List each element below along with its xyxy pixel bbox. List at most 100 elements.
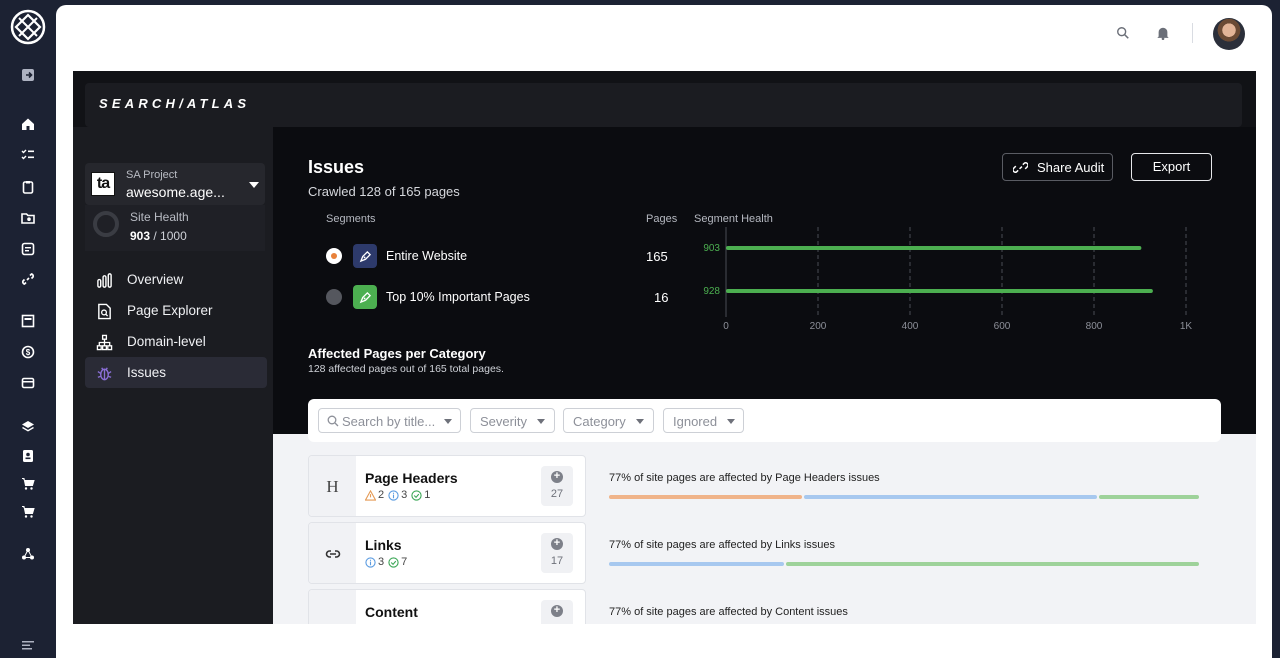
info-icon bbox=[388, 489, 399, 501]
brand-logo: SEARCH/ATLAS bbox=[99, 96, 251, 111]
search-placeholder: Search by title... bbox=[342, 414, 436, 429]
segment-radio[interactable] bbox=[326, 289, 342, 305]
link-icon bbox=[1012, 160, 1029, 178]
issue-count-button[interactable]: + bbox=[541, 600, 573, 624]
pen-tool-icon bbox=[353, 244, 377, 268]
link-icon[interactable] bbox=[18, 269, 38, 289]
check-circle-icon bbox=[388, 556, 399, 568]
expand-icon[interactable] bbox=[18, 65, 38, 85]
share-audit-button[interactable]: Share Audit bbox=[1002, 153, 1113, 181]
severity-dropdown[interactable]: Severity bbox=[470, 408, 555, 433]
project-selector[interactable]: ta SA Project awesome.age... bbox=[85, 163, 265, 205]
segment-pages: 16 bbox=[654, 290, 669, 305]
issue-count-button[interactable]: + 27 bbox=[541, 466, 573, 506]
content-area: Issues Crawled 128 of 165 pages Share Au… bbox=[273, 127, 1256, 624]
home-icon[interactable] bbox=[18, 114, 38, 134]
app-logo-icon[interactable] bbox=[10, 9, 46, 45]
x-tick-label: 1K bbox=[1180, 321, 1193, 332]
check-circle-icon bbox=[411, 489, 422, 501]
search-icon bbox=[327, 415, 339, 430]
health-value-label: 928 bbox=[703, 286, 720, 297]
health-bar bbox=[726, 246, 1142, 250]
sidebar-item-page-explorer[interactable]: Page Explorer bbox=[85, 295, 267, 326]
sidebar: ta SA Project awesome.age... Site Health… bbox=[73, 127, 273, 624]
category-card-page-headers[interactable]: H Page Headers 2 3 1 + 27 bbox=[308, 455, 586, 517]
affected-subtitle: 128 affected pages out of 165 total page… bbox=[308, 363, 504, 375]
segment-name: Top 10% Important Pages bbox=[386, 290, 530, 304]
category-dropdown[interactable]: Category bbox=[563, 408, 654, 433]
site-health-value: 903 / 1000 bbox=[130, 229, 187, 243]
project-name: awesome.age... bbox=[126, 184, 225, 200]
dollar-circle-icon[interactable]: $ bbox=[18, 342, 38, 362]
menu-collapse-icon[interactable] bbox=[18, 635, 38, 655]
sidebar-item-label: Domain-level bbox=[127, 334, 206, 349]
category-bar-segment bbox=[609, 562, 784, 566]
ignored-dropdown[interactable]: Ignored bbox=[663, 408, 744, 433]
sidebar-item-label: Overview bbox=[127, 272, 184, 287]
left-rail: $ bbox=[0, 0, 56, 658]
sitemap-icon bbox=[95, 333, 113, 351]
search-input[interactable]: Search by title... bbox=[318, 408, 461, 433]
sidebar-item-overview[interactable]: Overview bbox=[85, 264, 267, 295]
category-card-content[interactable]: Content + bbox=[308, 589, 586, 624]
sidebar-item-domain-level[interactable]: Domain-level bbox=[85, 326, 267, 357]
clipboard-icon[interactable] bbox=[18, 177, 38, 197]
category-description: 77% of site pages are affected by Page H… bbox=[609, 472, 880, 484]
filter-bar: Search by title... Severity Category Ign… bbox=[308, 399, 1221, 442]
caret-down-icon bbox=[537, 419, 545, 424]
category-name: Links bbox=[365, 537, 402, 553]
network-icon[interactable] bbox=[18, 544, 38, 564]
cart-alt-icon[interactable] bbox=[18, 502, 38, 522]
plus-icon: + bbox=[551, 471, 563, 483]
crawled-status: Crawled 128 of 165 pages bbox=[308, 184, 460, 199]
affected-title: Affected Pages per Category bbox=[308, 346, 486, 361]
x-tick-label: 800 bbox=[1086, 321, 1103, 332]
newspaper-icon[interactable] bbox=[18, 311, 38, 331]
card-icon[interactable] bbox=[18, 373, 38, 393]
message-icon[interactable] bbox=[18, 239, 38, 259]
avatar[interactable] bbox=[1213, 18, 1245, 50]
contact-icon[interactable] bbox=[18, 446, 38, 466]
topbar-divider bbox=[1192, 23, 1193, 43]
segment-pages: 165 bbox=[646, 249, 668, 264]
severity-label: Severity bbox=[480, 414, 527, 429]
category-card-links[interactable]: Links 3 7 + 17 bbox=[308, 522, 586, 584]
bell-icon[interactable] bbox=[1155, 25, 1171, 41]
cart-icon[interactable] bbox=[18, 474, 38, 494]
link-icon bbox=[309, 523, 356, 583]
severity-counts: 2 3 1 bbox=[365, 489, 430, 501]
export-button[interactable]: Export bbox=[1131, 153, 1212, 181]
caret-down-icon bbox=[727, 419, 735, 424]
x-tick-label: 200 bbox=[810, 321, 827, 332]
ok-count: 1 bbox=[411, 489, 430, 501]
app-header: SEARCH/ATLAS bbox=[85, 83, 1242, 127]
col-header-pages: Pages bbox=[646, 213, 678, 225]
folder-search-icon[interactable] bbox=[18, 208, 38, 228]
plus-icon: + bbox=[551, 605, 563, 617]
page-search-icon bbox=[95, 302, 113, 320]
category-bar-segment bbox=[609, 495, 802, 499]
project-label: SA Project bbox=[126, 169, 178, 181]
site-health: Site Health 903 / 1000 bbox=[85, 205, 265, 251]
category-label: Category bbox=[573, 414, 626, 429]
pen-tool-icon bbox=[353, 285, 377, 309]
category-description: 77% of site pages are affected by Links … bbox=[609, 539, 836, 551]
layers-icon[interactable] bbox=[18, 417, 38, 437]
page-title: Issues bbox=[308, 157, 365, 177]
sidebar-item-issues[interactable]: Issues bbox=[85, 357, 267, 388]
category-bar-segment bbox=[803, 495, 1097, 499]
search-icon[interactable] bbox=[1115, 25, 1131, 41]
bar-chart-icon bbox=[95, 271, 113, 289]
issue-count: 27 bbox=[550, 488, 564, 500]
segment-radio-selected[interactable] bbox=[326, 248, 342, 264]
issue-count-button[interactable]: + 17 bbox=[541, 533, 573, 573]
main-card: SEARCH/ATLAS ta SA Project awesome.age..… bbox=[56, 5, 1272, 658]
document-icon bbox=[309, 590, 356, 624]
checklist-icon[interactable] bbox=[18, 145, 38, 165]
col-header-health: Segment Health bbox=[694, 213, 773, 225]
x-tick-label: 600 bbox=[994, 321, 1011, 332]
info-icon bbox=[365, 556, 376, 568]
x-tick-label: 0 bbox=[723, 321, 729, 332]
x-tick-label: 400 bbox=[902, 321, 919, 332]
caret-down-icon bbox=[636, 419, 644, 424]
